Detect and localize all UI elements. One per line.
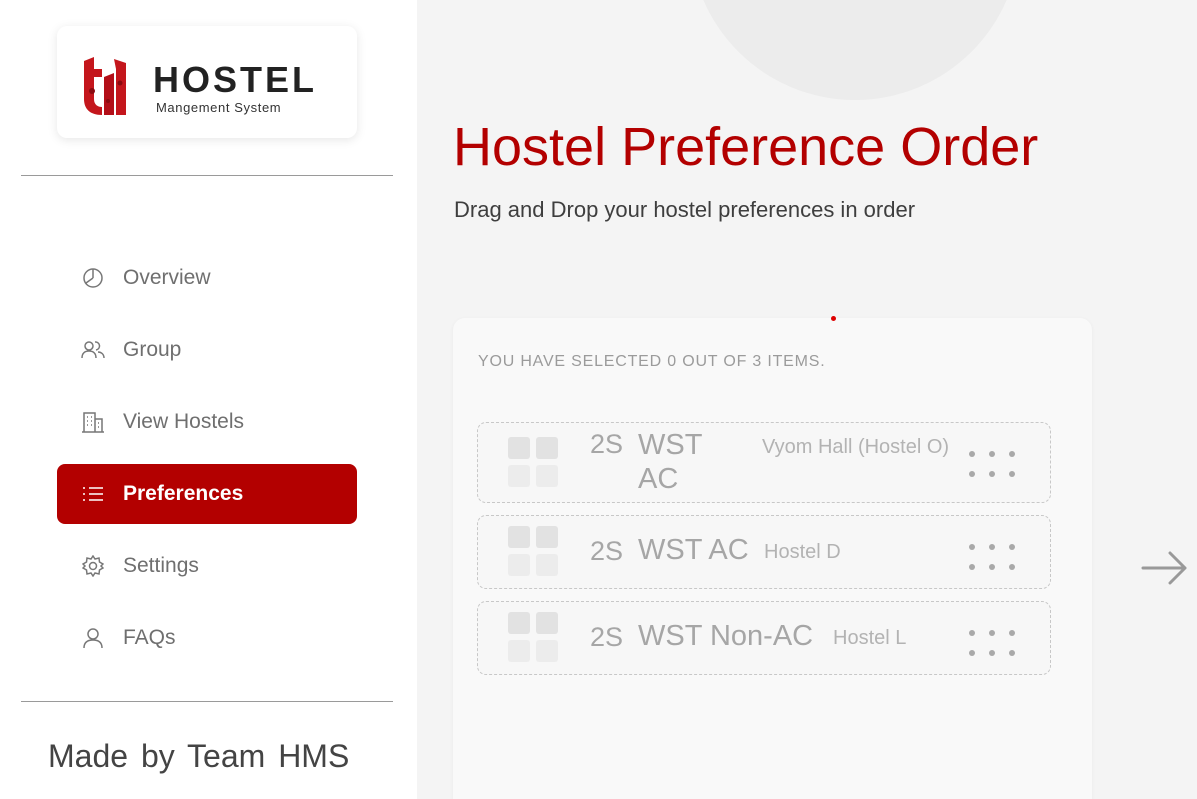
nav-label: Preferences	[123, 482, 244, 505]
item-thumbnail	[508, 612, 560, 664]
item-hostel: Hostel L	[833, 627, 907, 649]
sidebar-divider-bottom	[21, 701, 393, 702]
nav-item-settings[interactable]: Settings	[57, 536, 357, 596]
item-type: WST AC	[638, 429, 702, 495]
nav-item-group[interactable]: Group	[57, 320, 357, 380]
item-type: WST Non-AC	[638, 620, 814, 652]
item-code: 2S	[590, 536, 624, 566]
nav-label: Group	[123, 338, 182, 361]
nav-label: Overview	[123, 266, 211, 289]
nav-label: FAQs	[123, 626, 176, 649]
page-title: Hostel Preference Order	[453, 117, 1039, 177]
brand-subtitle: Mangement System	[156, 100, 282, 115]
nav-label: Settings	[123, 554, 199, 577]
indicator-dot	[831, 316, 836, 321]
item-thumbnail	[508, 526, 560, 578]
nav-item-faqs[interactable]: FAQs	[57, 608, 357, 668]
nav-label: View Hostels	[123, 410, 244, 433]
nav-item-overview[interactable]: Overview	[57, 248, 357, 308]
item-type: WST AC	[638, 534, 749, 566]
item-code: 2S	[590, 429, 624, 459]
item-hostel: Hostel D	[764, 541, 841, 563]
item-hostel: Vyom Hall (Hostel O)	[762, 436, 950, 458]
nav-item-view-hostels[interactable]: View Hostels	[57, 392, 357, 452]
nav-item-preferences[interactable]: Preferences	[57, 464, 357, 524]
preference-item[interactable]: 2S WST AC Hostel D	[477, 515, 1051, 589]
selection-status: YOU HAVE SELECTED 0 OUT OF 3 ITEMS.	[478, 353, 826, 370]
gear-icon	[81, 554, 105, 578]
preference-item[interactable]: 2S WST AC Vyom Hall (Hostel O)	[477, 422, 1051, 503]
brand-title: HOSTEL	[153, 59, 318, 100]
drag-handle-icon[interactable]	[969, 630, 1019, 656]
user-icon	[81, 626, 105, 650]
users-icon	[81, 338, 105, 362]
pie-chart-icon	[81, 266, 105, 290]
item-thumbnail	[508, 437, 560, 489]
sidebar-divider-top	[21, 175, 393, 176]
footer-credit: Made by Team HMS	[48, 738, 350, 774]
brand-logo	[84, 57, 126, 115]
item-code: 2S	[590, 622, 624, 652]
list-icon	[81, 482, 105, 506]
page-subtitle: Drag and Drop your hostel preferences in…	[454, 197, 916, 222]
arrow-right-icon[interactable]	[1140, 550, 1188, 586]
preference-item[interactable]: 2S WST Non-AC Hostel L	[477, 601, 1051, 675]
building-icon	[81, 410, 105, 434]
sidebar: HOSTEL Mangement System Overview Group V…	[0, 0, 417, 799]
drag-handle-icon[interactable]	[969, 451, 1019, 477]
drag-handle-icon[interactable]	[969, 544, 1019, 570]
background-decoration	[690, 0, 1020, 100]
